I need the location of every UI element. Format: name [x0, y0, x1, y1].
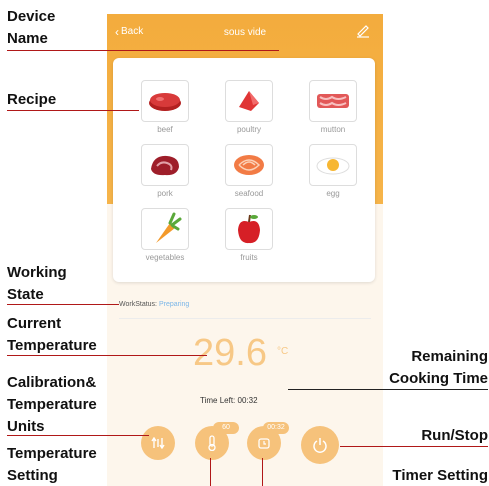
seafood-icon — [234, 155, 264, 175]
work-status-label: WorkStatus: — [119, 301, 157, 308]
recipe-mutton[interactable]: mutton — [303, 80, 363, 134]
annotation-line — [7, 355, 207, 356]
annotation-line — [262, 458, 263, 486]
phone-screen: ‹ Back sous vide beef poultry mutton por… — [107, 14, 383, 486]
annotation-working-state: Working State — [7, 264, 67, 303]
annotation-calibration-units: Calibration& Temperature Units — [7, 374, 97, 435]
temperature-unit: °C — [277, 346, 289, 357]
recipe-egg[interactable]: egg — [303, 144, 363, 198]
recipe-label: mutton — [320, 125, 346, 134]
annotation-remaining-time: Remaining Cooking Time — [389, 348, 488, 387]
time-left: Time Left: 00:32 — [200, 396, 258, 405]
recipe-label: seafood — [234, 189, 264, 198]
recipe-poultry[interactable]: poultry — [219, 80, 279, 134]
recipe-label: pork — [157, 189, 173, 198]
fruits-icon — [238, 214, 260, 244]
annotation-timer-setting: Timer Setting — [392, 467, 488, 484]
work-status-value: Preparing — [158, 301, 190, 308]
recipe-beef[interactable]: beef — [135, 80, 195, 134]
mutton-icon — [317, 94, 349, 108]
recipe-label: vegetables — [145, 253, 185, 262]
vegetables-tile — [141, 208, 189, 250]
annotation-line — [7, 435, 149, 436]
egg-icon — [316, 157, 350, 175]
pork-icon — [151, 155, 179, 176]
top-bar: ‹ Back sous vide — [107, 14, 383, 52]
time-left-label: Time Left: — [200, 396, 236, 405]
time-left-value: 00:32 — [237, 396, 258, 405]
annotation-line — [7, 50, 279, 51]
annotation-line — [210, 458, 211, 486]
recipe-label: fruits — [240, 253, 258, 262]
swap-arrows-icon — [151, 437, 165, 449]
recipe-vegetables[interactable]: vegetables — [135, 208, 195, 262]
seafood-tile — [225, 144, 273, 186]
pork-tile — [141, 144, 189, 186]
annotation-line — [288, 389, 488, 390]
mutton-tile — [309, 80, 357, 122]
run-stop-button[interactable] — [301, 426, 339, 464]
recipe-card: beef poultry mutton pork seafood egg veg… — [113, 58, 375, 282]
beef-tile — [141, 80, 189, 122]
calibration-units-button[interactable] — [141, 426, 175, 460]
egg-tile — [309, 144, 357, 186]
recipe-seafood[interactable]: seafood — [219, 144, 279, 198]
annotation-device-name: Device Name — [7, 8, 56, 47]
thermometer-icon — [208, 435, 216, 451]
recipe-label: egg — [326, 189, 340, 198]
annotation-recipe: Recipe — [7, 91, 57, 108]
recipe-fruits[interactable]: fruits — [219, 208, 279, 262]
annotation-line — [7, 304, 119, 305]
recipe-label: poultry — [236, 125, 261, 134]
vegetables-icon — [156, 212, 182, 243]
beef-icon — [149, 93, 181, 111]
power-icon — [313, 438, 327, 453]
device-name-title: sous vide — [223, 27, 267, 38]
annotation-current-temperature: Current Temperature — [7, 315, 97, 354]
fruits-tile — [225, 208, 273, 250]
alarm-clock-icon — [258, 438, 270, 449]
annotation-line — [340, 446, 488, 447]
timer-setting-badge: 00:32 — [263, 422, 289, 434]
current-temperature: 29.6 — [193, 332, 267, 374]
poultry-icon — [239, 91, 259, 111]
annotation-run-stop: Run/Stop — [421, 427, 488, 444]
annotation-line — [7, 110, 139, 111]
recipe-label: beef — [157, 125, 173, 134]
edit-icon[interactable] — [355, 22, 371, 38]
annotation-temperature-setting: Temperature Setting — [7, 445, 97, 484]
temperature-setting-badge: 60 — [213, 422, 239, 434]
divider — [119, 318, 371, 319]
recipe-pork[interactable]: pork — [135, 144, 195, 198]
work-status: WorkStatus: Preparing — [119, 301, 189, 308]
poultry-tile — [225, 80, 273, 122]
